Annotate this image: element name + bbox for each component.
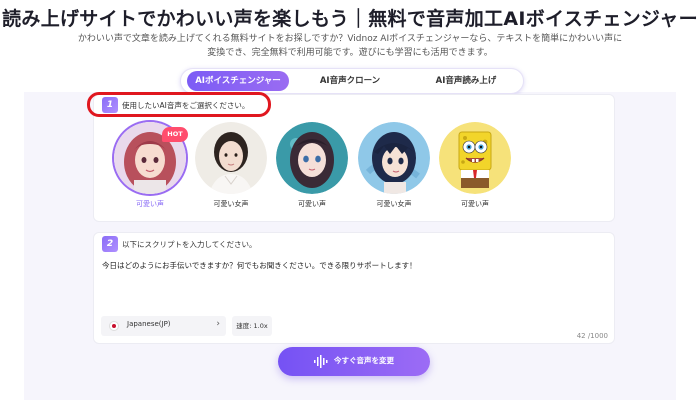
avatar-image-2 — [195, 122, 267, 194]
avatar-image-5 — [439, 122, 511, 194]
voice-label-4: 可愛い女声 — [376, 200, 412, 208]
tab-ai-text-to-speech[interactable]: AI音声読み上げ — [413, 71, 519, 91]
voice-option-cute-female-1[interactable]: 可愛い女声 — [193, 122, 269, 209]
voice-avatar-4 — [358, 122, 430, 194]
avatar-image-3 — [276, 122, 348, 194]
voice-label-3: 可愛い声 — [298, 200, 326, 208]
step-2-badge: 2 — [102, 236, 118, 252]
sound-wave-icon — [314, 355, 328, 368]
character-counter: 42 /1000 — [576, 332, 608, 340]
voice-label-2: 可愛い女声 — [213, 200, 249, 208]
voice-option-cute-female-2[interactable]: 可愛い女声 — [356, 122, 432, 209]
hot-badge: HOT — [162, 127, 188, 142]
tab-ai-voice-clone[interactable]: AI音声クローン — [299, 71, 401, 91]
avatar-image-4 — [358, 122, 430, 194]
voice-avatar-5 — [439, 122, 511, 194]
convert-voice-button[interactable]: 今すぐ音声を変更 — [278, 347, 430, 376]
page-subtitle: かわいい声で文章を読み上げてくれる無料サイトをお探しですか？Vidnoz AIボ… — [60, 32, 640, 60]
mode-tabs: AIボイスチェンジャー AI音声クローン AI音声読み上げ — [180, 68, 524, 94]
speed-select[interactable]: 速度: 1.0x — [232, 316, 272, 336]
tab-ai-voice-changer[interactable]: AIボイスチェンジャー — [187, 71, 289, 91]
chevron-right-icon: › — [216, 319, 220, 329]
japan-flag-icon — [109, 321, 119, 331]
voice-option-cute-voice-3[interactable]: 可愛い声 — [437, 122, 513, 209]
voice-avatar-3 — [276, 122, 348, 194]
step-2-label: 以下にスクリプトを入力してください。 — [122, 240, 257, 249]
convert-voice-button-label: 今すぐ音声を変更 — [334, 356, 394, 365]
script-textarea[interactable]: 今日はどのようにお手伝いできますか？何でもお聞きください。できる限りサポートしま… — [102, 260, 602, 271]
voice-avatar-2 — [195, 122, 267, 194]
page-title: 読み上げサイトでかわいい声を楽しもう｜無料で音声加工AIボイスチェンジャー — [2, 8, 698, 30]
voice-option-cute-voice-2[interactable]: 可愛い声 — [274, 122, 350, 209]
subtitle-line-2: 変換でき、完全無料で利用可能です。遊びにも学習にも活用できます。 — [207, 48, 493, 58]
language-select[interactable]: Japanese(JP) › — [101, 316, 226, 336]
highlight-annotation — [87, 92, 271, 117]
subtitle-line-1: かわいい声で文章を読み上げてくれる無料サイトをお探しですか？Vidnoz AIボ… — [77, 34, 623, 44]
voice-label-1: 可愛い声 — [136, 200, 164, 208]
language-select-value: Japanese(JP) — [127, 320, 171, 328]
page: 読み上げサイトでかわいい声を楽しもう｜無料で音声加工AIボイスチェンジャー かわ… — [0, 0, 700, 400]
voice-label-5: 可愛い声 — [461, 200, 489, 208]
